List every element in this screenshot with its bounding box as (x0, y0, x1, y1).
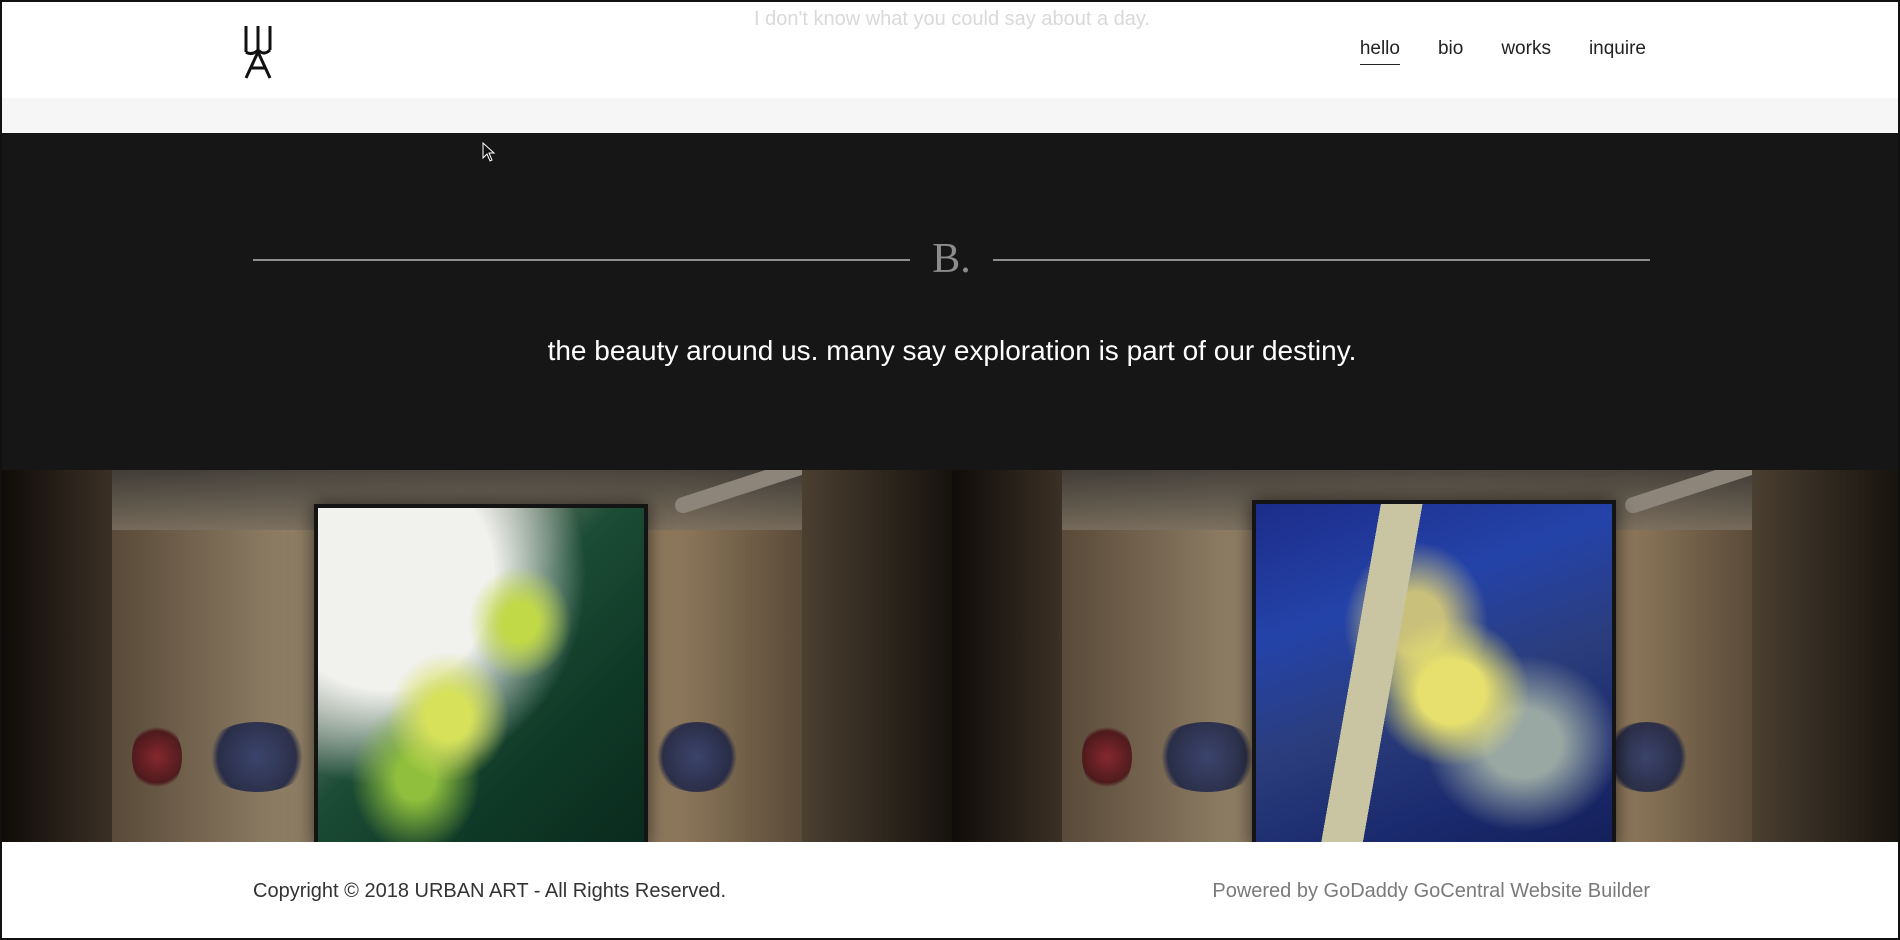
graffiti-blue-right (652, 722, 742, 792)
shadow-wall (802, 470, 952, 842)
right-divider-line (993, 259, 1650, 261)
gallery-section (2, 470, 1898, 850)
browser-page: I don't know what you could say about a … (0, 0, 1900, 940)
nav-inquire[interactable]: inquire (1589, 38, 1646, 65)
graffiti-blue (202, 722, 312, 792)
hero-section: B. the beauty around us. many say explor… (2, 133, 1898, 470)
graffiti-red (1082, 722, 1132, 792)
shadow-wall (1752, 470, 1898, 842)
left-divider-line (253, 259, 910, 261)
dark-doorway (952, 470, 1062, 842)
main-nav: hello bio works inquire (1359, 38, 1646, 65)
nav-hello[interactable]: hello (1359, 38, 1400, 65)
site-logo[interactable] (242, 22, 282, 80)
logo-icon (244, 26, 272, 79)
green-abstract-painting (314, 504, 648, 842)
hero-tagline: the beauty around us. many say explorati… (547, 335, 1357, 366)
mouse-cursor-icon (482, 142, 496, 162)
nav-works[interactable]: works (1501, 38, 1551, 65)
gallery-image-left (2, 470, 952, 842)
dark-doorway (2, 470, 112, 842)
blue-abstract-painting (1252, 500, 1616, 850)
header-divider-band (2, 98, 1898, 133)
graffiti-red (132, 722, 182, 792)
powered-by-link[interactable]: Powered by GoDaddy GoCentral Website Bui… (1212, 880, 1650, 903)
site-header: I don't know what you could say about a … (2, 2, 1898, 98)
copyright-text: Copyright © 2018 URBAN ART - All Rights … (253, 880, 727, 902)
faded-quote: I don't know what you could say about a … (754, 8, 1150, 30)
graffiti-blue (1152, 722, 1262, 792)
nav-bio[interactable]: bio (1438, 38, 1463, 65)
site-footer: Copyright © 2018 URBAN ART - All Rights … (2, 842, 1898, 938)
section-mark: B. (932, 236, 971, 282)
